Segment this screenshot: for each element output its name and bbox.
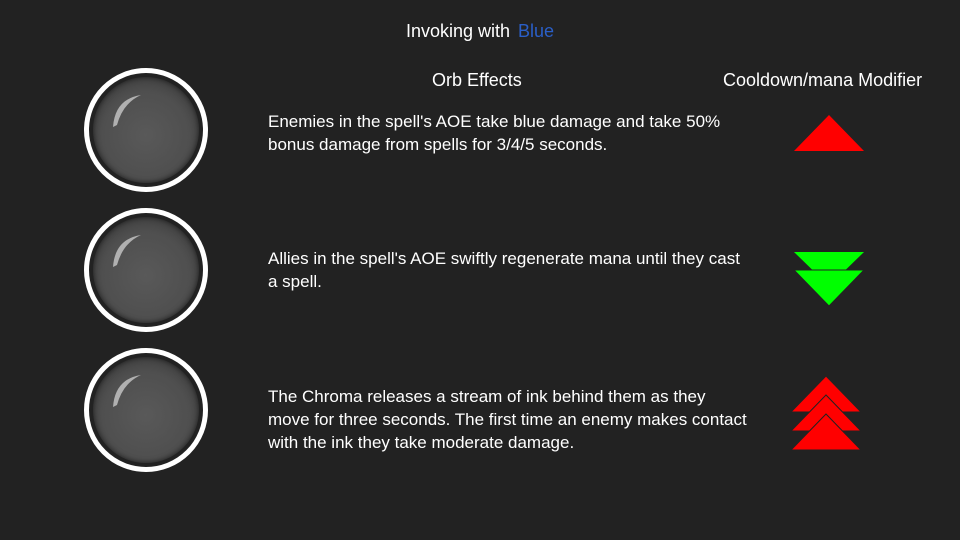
double-green-down-arrow-icon	[792, 252, 866, 307]
orb-gloss-icon	[113, 375, 141, 407]
slide-title: Invoking with Blue	[0, 20, 960, 42]
orb-3	[84, 348, 208, 472]
title-color-word: Blue	[518, 21, 555, 41]
orb-1	[84, 68, 208, 192]
title-prefix: Invoking with	[405, 21, 511, 41]
orb-2-effect-text: Allies in the spell's AOE swiftly regene…	[268, 249, 740, 291]
single-red-up-arrow-icon	[794, 115, 864, 151]
orb-gloss-icon	[113, 95, 141, 127]
triple-red-up-arrow-icon	[789, 375, 863, 451]
cooldown-mana-modifier-header: Cooldown/mana Modifier	[723, 70, 923, 90]
orb-1-effect-text: Enemies in the spell's AOE take blue dam…	[268, 112, 721, 154]
orb-effects-header: Orb Effects	[432, 70, 522, 90]
orb-gloss-icon	[113, 235, 141, 267]
orb-3-effect-text: The Chroma releases a stream of ink behi…	[268, 387, 747, 452]
orb-2	[84, 208, 208, 332]
